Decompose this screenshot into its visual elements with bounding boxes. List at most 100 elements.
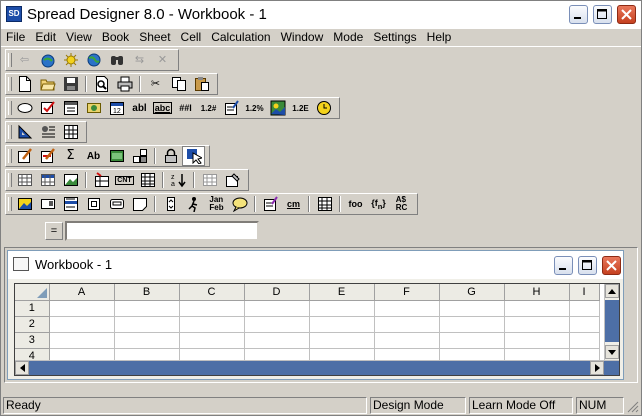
cell[interactable] <box>244 300 310 317</box>
border-button[interactable] <box>128 146 151 166</box>
column-header-d[interactable]: D <box>244 284 310 301</box>
function-foo-button[interactable]: foo <box>344 194 367 214</box>
workbook-icon[interactable] <box>13 257 29 271</box>
web-button[interactable] <box>36 50 59 70</box>
sheet-settings-button[interactable] <box>90 170 113 190</box>
save-button[interactable] <box>59 74 82 94</box>
close-button[interactable] <box>617 5 636 24</box>
scroll-up-button[interactable] <box>605 284 619 298</box>
vertical-scroll-thumb[interactable] <box>605 300 619 342</box>
sheet-headers-button[interactable] <box>36 170 59 190</box>
back-button[interactable]: ⇦ <box>13 50 36 70</box>
cell[interactable] <box>309 316 375 333</box>
row-header-2[interactable]: 2 <box>15 316 50 333</box>
cell[interactable] <box>49 332 115 349</box>
cell[interactable] <box>374 332 440 349</box>
insert-note-button[interactable] <box>128 194 151 214</box>
cell[interactable] <box>569 300 600 317</box>
insert-image-button[interactable] <box>13 194 36 214</box>
cell[interactable] <box>179 316 245 333</box>
table-button[interactable] <box>136 170 159 190</box>
print-button[interactable] <box>113 74 136 94</box>
celltype-scientific-button[interactable]: 1.2E <box>289 98 312 118</box>
cell[interactable] <box>439 316 505 333</box>
browse-button[interactable] <box>82 50 105 70</box>
cut-button[interactable]: ✂ <box>144 74 167 94</box>
celltype-time-button[interactable] <box>312 98 335 118</box>
select-all-corner[interactable] <box>15 284 50 301</box>
horizontal-scrollbar[interactable] <box>15 360 619 375</box>
menu-help[interactable]: Help <box>422 29 457 46</box>
scroll-down-button[interactable] <box>605 345 619 359</box>
menu-calculation[interactable]: Calculation <box>206 29 275 46</box>
table-grid-button[interactable] <box>313 194 336 214</box>
cell[interactable] <box>49 300 115 317</box>
celltype-number-button[interactable]: 1.2# <box>197 98 220 118</box>
design-tool-button[interactable] <box>13 122 36 142</box>
count-button[interactable]: CNT <box>113 170 136 190</box>
menu-cell[interactable]: Cell <box>176 29 207 46</box>
delete-button[interactable]: ✕ <box>151 50 174 70</box>
column-header-f[interactable]: F <box>374 284 440 301</box>
sort-button[interactable]: za <box>167 170 190 190</box>
column-header-h[interactable]: H <box>504 284 570 301</box>
celltype-percent-button[interactable]: 1.2% <box>243 98 266 118</box>
menu-window[interactable]: Window <box>276 29 329 46</box>
cell[interactable] <box>504 332 570 349</box>
vertical-scrollbar[interactable] <box>604 284 619 360</box>
menu-edit[interactable]: Edit <box>30 29 61 46</box>
formula-button[interactable]: Σ <box>59 146 82 166</box>
replace-button[interactable]: ⇆ <box>128 50 151 70</box>
units-button[interactable]: cm <box>282 194 305 214</box>
minimize-button[interactable] <box>569 5 588 24</box>
menu-settings[interactable]: Settings <box>368 29 421 46</box>
cell[interactable] <box>504 316 570 333</box>
insert-label-button[interactable] <box>36 194 59 214</box>
font-button[interactable]: Ab <box>82 146 105 166</box>
celltype-mask-button[interactable]: ##l <box>174 98 197 118</box>
menu-sheet[interactable]: Sheet <box>134 29 175 46</box>
new-button[interactable] <box>13 74 36 94</box>
properties-button[interactable] <box>36 122 59 142</box>
edit-cell-button[interactable] <box>13 146 36 166</box>
grid-button[interactable] <box>59 122 82 142</box>
cell[interactable] <box>179 332 245 349</box>
comment-button[interactable] <box>228 194 251 214</box>
date-range-button[interactable]: Jan Feb <box>205 194 228 214</box>
celltype-checkbox-button[interactable] <box>36 98 59 118</box>
color-button[interactable] <box>105 146 128 166</box>
paste-button[interactable] <box>190 74 213 94</box>
absolute-ref-button[interactable]: A$ RC <box>390 194 413 214</box>
scroll-left-button[interactable] <box>15 361 29 375</box>
cell[interactable] <box>49 316 115 333</box>
menu-book[interactable]: Book <box>97 29 134 46</box>
cell[interactable] <box>569 316 600 333</box>
menu-file[interactable]: File <box>1 29 30 46</box>
menu-view[interactable]: View <box>61 29 97 46</box>
formula-equals-button[interactable]: = <box>45 222 63 240</box>
sheet-picture-button[interactable] <box>59 170 82 190</box>
function-fn-button[interactable]: {fn} <box>367 194 390 214</box>
celltype-date-button[interactable]: 12 <box>105 98 128 118</box>
cell[interactable] <box>114 332 180 349</box>
cell[interactable] <box>114 316 180 333</box>
cell[interactable] <box>114 300 180 317</box>
menu-mode[interactable]: Mode <box>328 29 368 46</box>
edit-note-button[interactable] <box>259 194 282 214</box>
celltype-picture-button[interactable] <box>266 98 289 118</box>
spin-button[interactable] <box>159 194 182 214</box>
cell[interactable] <box>569 332 600 349</box>
maximize-button[interactable] <box>593 5 612 24</box>
cell[interactable] <box>309 332 375 349</box>
cell[interactable] <box>439 300 505 317</box>
insert-list-button[interactable] <box>59 194 82 214</box>
hyperlink-button[interactable] <box>182 194 205 214</box>
freeze-button[interactable] <box>198 170 221 190</box>
cell[interactable] <box>374 300 440 317</box>
workbook-maximize-button[interactable] <box>578 256 597 275</box>
cell[interactable] <box>179 300 245 317</box>
column-header-c[interactable]: C <box>179 284 245 301</box>
workbook-minimize-button[interactable] <box>554 256 573 275</box>
app-icon[interactable]: SD <box>6 6 22 22</box>
celltype-button-button[interactable] <box>13 98 36 118</box>
